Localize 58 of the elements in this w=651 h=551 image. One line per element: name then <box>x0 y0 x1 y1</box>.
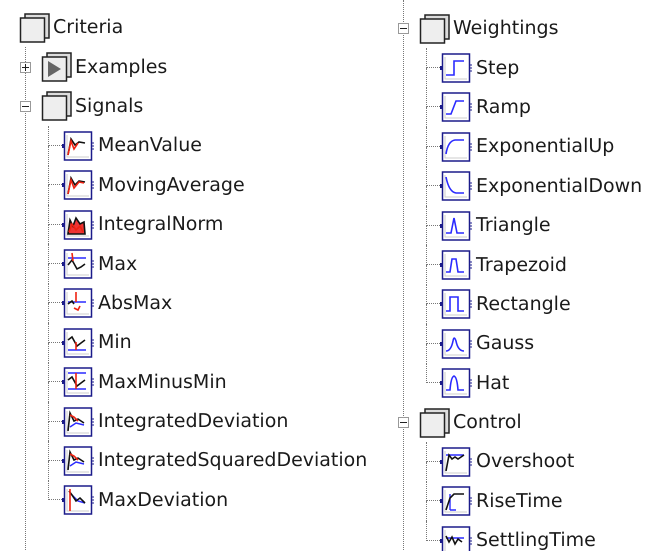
tree-item[interactable]: Control <box>453 413 522 432</box>
tree-item[interactable]: Signals <box>75 96 144 116</box>
tree-item[interactable]: SettlingTime <box>476 531 596 550</box>
tree-item[interactable]: ExponentialDown <box>476 176 642 196</box>
chart-icon <box>440 526 472 551</box>
tree-item[interactable]: IntegratedSquaredDeviation <box>98 451 368 470</box>
chart-icon <box>440 92 472 122</box>
chart-icon <box>440 210 472 241</box>
expander-toggle[interactable] <box>398 23 409 34</box>
tree-item[interactable]: Weightings <box>453 19 558 38</box>
tree-item[interactable]: IntegratedDeviation <box>98 412 288 432</box>
chart-icon <box>440 53 472 84</box>
expander-toggle[interactable] <box>20 100 31 112</box>
tree-item[interactable]: Trapezoid <box>476 256 567 275</box>
tree-item[interactable]: MaxDeviation <box>98 490 228 510</box>
chart-icon <box>62 249 94 280</box>
chart-icon <box>62 288 94 318</box>
tree-item[interactable]: IntegralNorm <box>98 215 224 234</box>
folder-icon <box>419 408 450 438</box>
tree-root-item[interactable]: Criteria <box>53 18 124 38</box>
tree-item[interactable]: Examples <box>75 58 168 77</box>
tree-item[interactable]: Rectangle <box>476 294 571 314</box>
tree-item[interactable]: Overshoot <box>476 452 574 472</box>
tree-item[interactable]: Ramp <box>476 98 531 117</box>
chart-icon <box>440 132 472 162</box>
tree-item[interactable]: Hat <box>476 374 510 393</box>
chart-icon <box>62 406 94 437</box>
chart-icon <box>440 486 472 516</box>
tree-item[interactable]: MeanValue <box>98 136 202 156</box>
chart-icon <box>62 367 94 398</box>
tree-item[interactable]: RiseTime <box>476 492 563 511</box>
folder-icon <box>19 12 50 43</box>
chart-icon <box>62 446 94 476</box>
chart-icon <box>62 210 94 240</box>
play-folder-icon <box>41 52 72 82</box>
tree-item[interactable]: Min <box>98 333 132 352</box>
chart-icon <box>440 250 472 280</box>
chart-icon <box>440 446 472 477</box>
tree-item[interactable]: Max <box>98 254 138 274</box>
chart-icon <box>440 368 472 398</box>
tree-item[interactable]: ExponentialUp <box>476 137 614 156</box>
folder-icon <box>41 91 72 122</box>
chart-icon <box>62 130 94 161</box>
tree-item[interactable]: Gauss <box>476 334 534 354</box>
tree-item[interactable]: MaxMinusMin <box>98 372 227 392</box>
chart-icon <box>440 328 472 359</box>
chart-icon <box>62 328 94 358</box>
expander-toggle[interactable] <box>20 62 31 73</box>
tree-item[interactable]: Triangle <box>476 216 551 236</box>
tree-item[interactable]: AbsMax <box>98 294 172 313</box>
folder-icon <box>419 14 450 44</box>
chart-icon <box>440 171 472 202</box>
chart-icon <box>62 170 94 200</box>
chart-icon <box>62 485 94 516</box>
expander-toggle[interactable] <box>398 417 409 428</box>
tree-item[interactable]: MovingAverage <box>98 176 245 195</box>
chart-icon <box>440 289 472 320</box>
tree-item[interactable]: Step <box>476 58 520 78</box>
